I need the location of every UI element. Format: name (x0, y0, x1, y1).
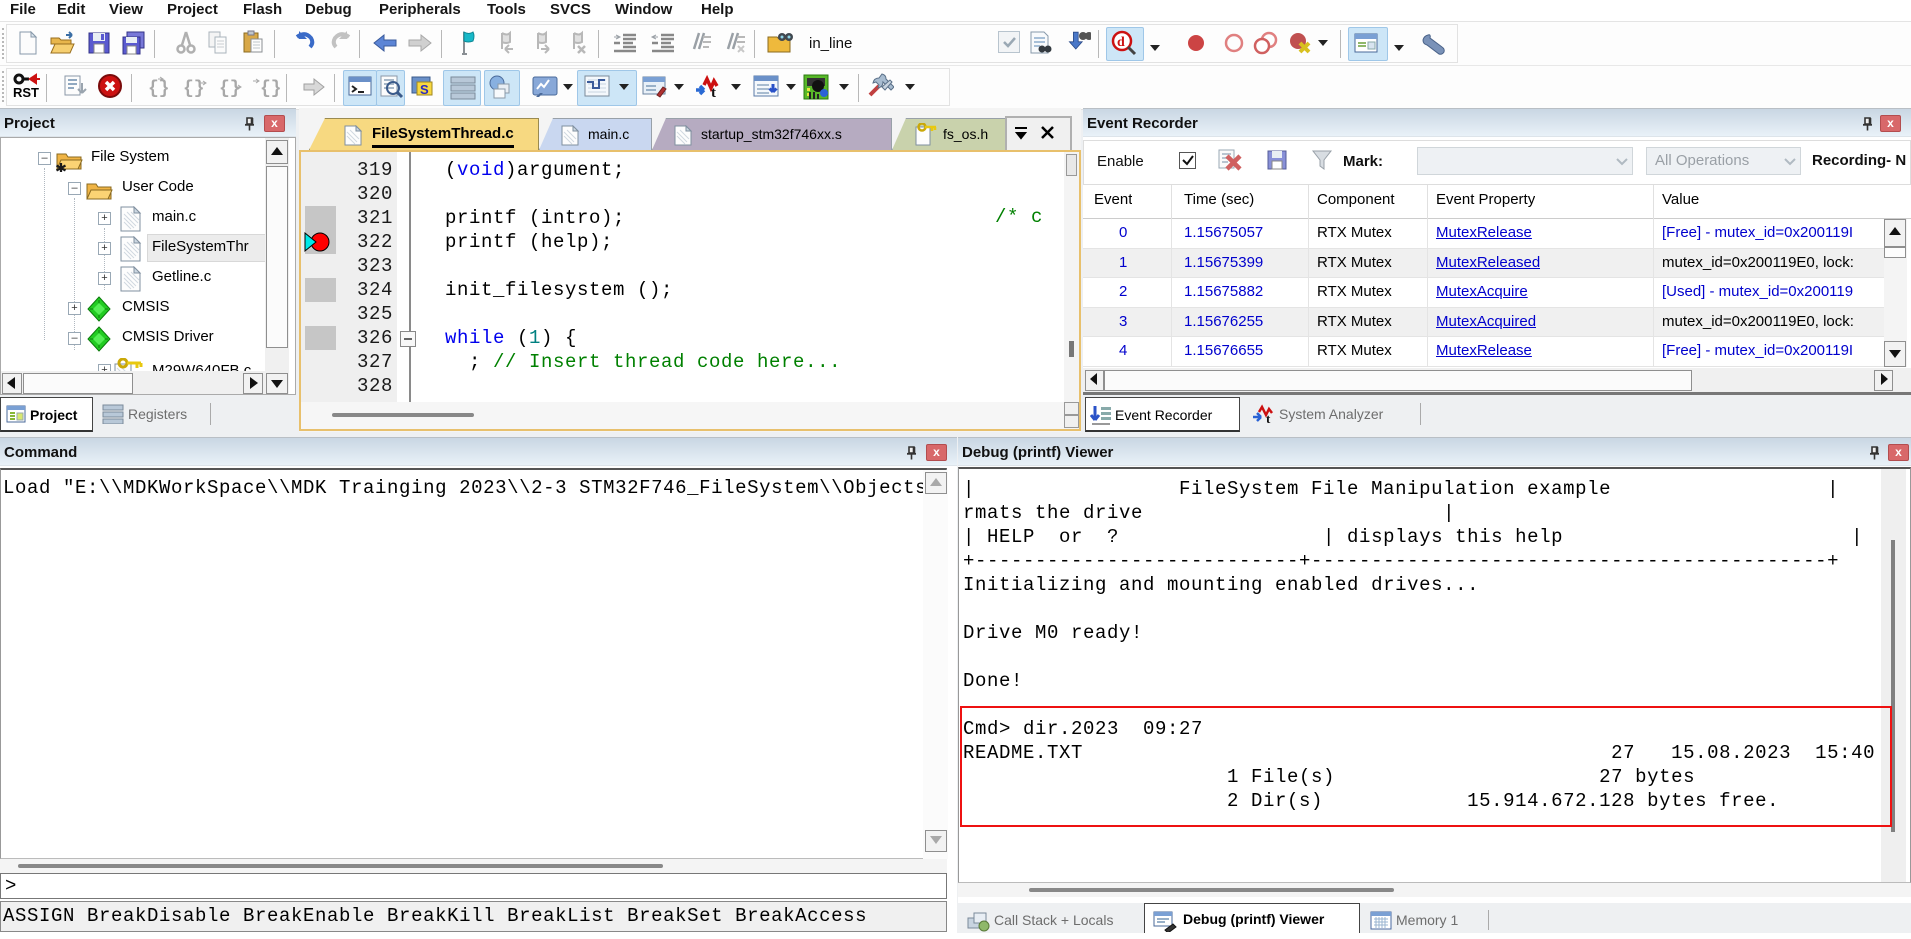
svg-text:{}: {} (148, 79, 170, 99)
svg-text:{}: {} (219, 79, 241, 99)
svg-text:t: t (1266, 411, 1271, 425)
svg-text:RST: RST (13, 85, 39, 100)
svg-text:{}: {} (183, 79, 205, 99)
svg-text:d: d (1117, 35, 1125, 50)
svg-text:S: S (420, 82, 429, 97)
svg-text:{}: {} (260, 79, 280, 99)
svg-text:t: t (711, 85, 716, 101)
